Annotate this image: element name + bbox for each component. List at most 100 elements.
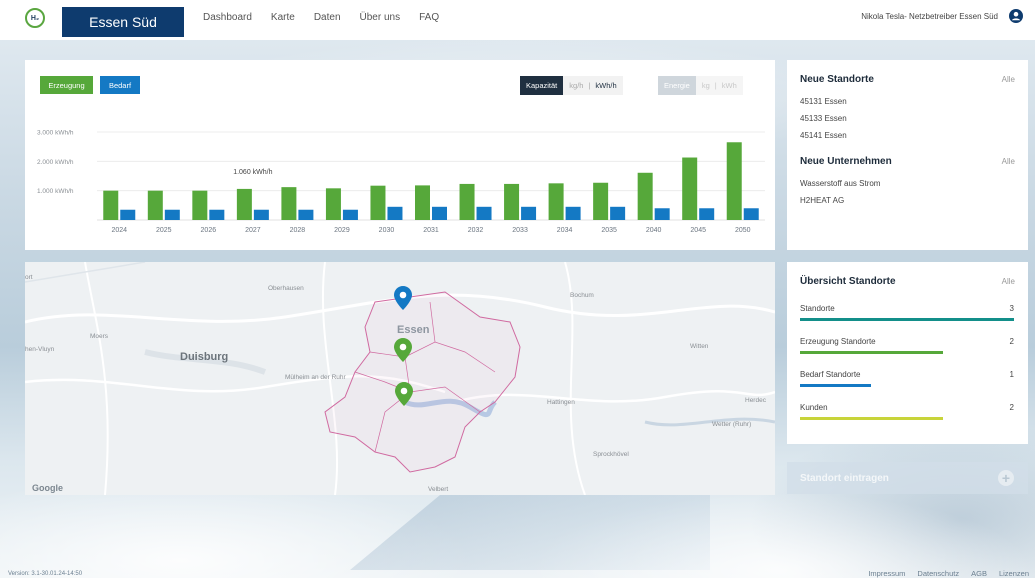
standort-eintragen-label: Standort eintragen [800,473,889,484]
user-name[interactable]: Nikola Tesla- Netzbetreiber Essen Süd [861,12,998,21]
overview-card: Übersicht Standorte Alle Standorte 3 Erz… [787,262,1028,444]
bar-erzeugung [726,142,742,220]
uebersicht-all-link[interactable]: Alle [1002,277,1015,286]
bar-bedarf [654,208,670,220]
top-navigation-bar: H₂ Essen Süd Dashboard Karte Daten Über … [0,0,1035,40]
user-account-icon[interactable] [1009,9,1023,23]
stat-label: Standorte [800,304,835,313]
x-tick-label: 2040 [646,227,662,234]
map-pin-bedarf-icon[interactable] [394,286,412,310]
map-label-vluyn: hen-Vluyn [25,346,55,353]
bar-bedarf [565,206,581,220]
map-label-bochum: Bochum [570,292,594,299]
map-pin-erzeugung-icon[interactable] [395,382,413,406]
bar-bedarf [387,206,403,220]
h2-logo[interactable]: H₂ [25,8,45,28]
footer-link-impressum[interactable]: Impressum [868,569,905,578]
bar-erzeugung [147,190,163,220]
map-label-witten: Witten [690,343,709,350]
bar-bedarf [743,208,759,220]
x-tick-label: 2029 [334,227,350,234]
bar-bedarf [253,209,269,220]
unternehmen-item[interactable]: H2HEAT AG [800,196,844,205]
map-pin-erzeugung-icon[interactable] [394,338,412,362]
stat-erzeugung-standorte[interactable]: Erzeugung Standorte 2 [800,337,1014,354]
bar-bedarf [432,206,447,220]
footer-link-agb[interactable]: AGB [971,569,987,578]
x-tick-label: 2024 [111,227,127,234]
bar-bedarf [521,206,537,220]
x-tick-label: 2025 [156,227,172,234]
stat-value: 2 [1009,403,1014,412]
stat-bar [800,351,944,354]
stat-value: 1 [1009,370,1014,379]
neue-standorte-title: Neue Standorte [800,74,874,85]
map-label-essen: Essen [397,324,430,336]
map-label-moers: Moers [90,333,109,340]
nav-faq[interactable]: FAQ [419,12,439,23]
bar-erzeugung [682,157,698,220]
nav-dashboard[interactable]: Dashboard [203,12,252,23]
data-label: 1.060 kWh/h [233,169,272,176]
x-tick-label: 2031 [423,227,439,234]
bar-bedarf [298,209,314,220]
map-label-duisburg: Duisburg [180,351,229,363]
map-label-herdecke: Herdec [745,397,766,404]
bar-erzeugung [504,183,520,220]
google-logo[interactable]: Google [32,483,63,493]
stat-label: Erzeugung Standorte [800,337,876,346]
neue-unternehmen-title: Neue Unternehmen [800,156,892,167]
bar-erzeugung [281,187,297,220]
standort-item[interactable]: 45141 Essen [800,131,847,140]
news-card: Neue Standorte Alle 45131 Essen 45133 Es… [787,60,1028,250]
stat-bar [800,384,871,387]
x-tick-label: 2050 [735,227,751,234]
capacity-bar-chart: 1.000 kWh/h 2.000 kWh/h 3.000 kWh/h 2024 202… [37,130,765,234]
bar-bedarf [342,209,358,220]
stat-standorte[interactable]: Standorte 3 [800,304,1014,321]
standort-item[interactable]: 45133 Essen [800,114,847,123]
stat-kunden[interactable]: Kunden 2 [800,403,1014,420]
stat-label: Bedarf Standorte [800,370,861,379]
location-map[interactable]: Oberhausen Bochum Moers Duisburg Essen M… [25,262,775,495]
unternehmen-item[interactable]: Wasserstoff aus Strom [800,179,880,188]
bar-erzeugung [325,188,341,220]
footer-link-datenschutz[interactable]: Datenschutz [917,569,959,578]
standort-eintragen-button[interactable]: Standort eintragen + [787,462,1028,494]
bar-erzeugung [548,183,564,220]
y-tick-label: 3.000 kWh/h [37,130,74,137]
bar-erzeugung [103,190,119,220]
stat-bedarf-standorte[interactable]: Bedarf Standorte 1 [800,370,1014,387]
y-tick-label: 1.000 kWh/h [37,188,74,195]
bar-bedarf [610,206,626,220]
bar-erzeugung [415,185,430,220]
bar-bedarf [209,209,225,220]
stat-value: 3 [1009,304,1014,313]
nav-karte[interactable]: Karte [271,12,295,23]
region-selector-button[interactable]: Essen Süd [62,7,184,37]
footer-links: Impressum Datenschutz AGB Lizenzen [868,569,1029,578]
neue-standorte-all-link[interactable]: Alle [1002,75,1015,84]
version-info: Version: 3.1-30.01.24-14:50 [8,571,83,577]
neue-unternehmen-all-link[interactable]: Alle [1002,157,1015,166]
bar-erzeugung [192,190,208,220]
x-tick-label: 2026 [201,227,217,234]
map-label-velbert: Velbert [428,486,449,493]
x-tick-label: 2045 [690,227,706,234]
nav-ueber-uns[interactable]: Über uns [360,12,401,23]
x-tick-label: 2033 [512,227,528,234]
bar-bedarf [476,206,492,220]
bar-erzeugung [637,172,653,220]
footer-link-lizenzen[interactable]: Lizenzen [999,569,1029,578]
nav-daten[interactable]: Daten [314,12,341,23]
x-tick-label: 2028 [290,227,306,234]
main-nav: Dashboard Karte Daten Über uns FAQ [203,12,439,23]
standort-item[interactable]: 45131 Essen [800,97,847,106]
map-label-ort: ort [25,274,33,281]
map-label-hattingen: Hattingen [547,399,575,406]
bar-bedarf [120,209,136,220]
bar-erzeugung [459,183,475,220]
stat-bar [800,318,1014,321]
map-label-sprockhoevel: Sprockhövel [593,451,629,458]
x-tick-label: 2027 [245,227,261,234]
